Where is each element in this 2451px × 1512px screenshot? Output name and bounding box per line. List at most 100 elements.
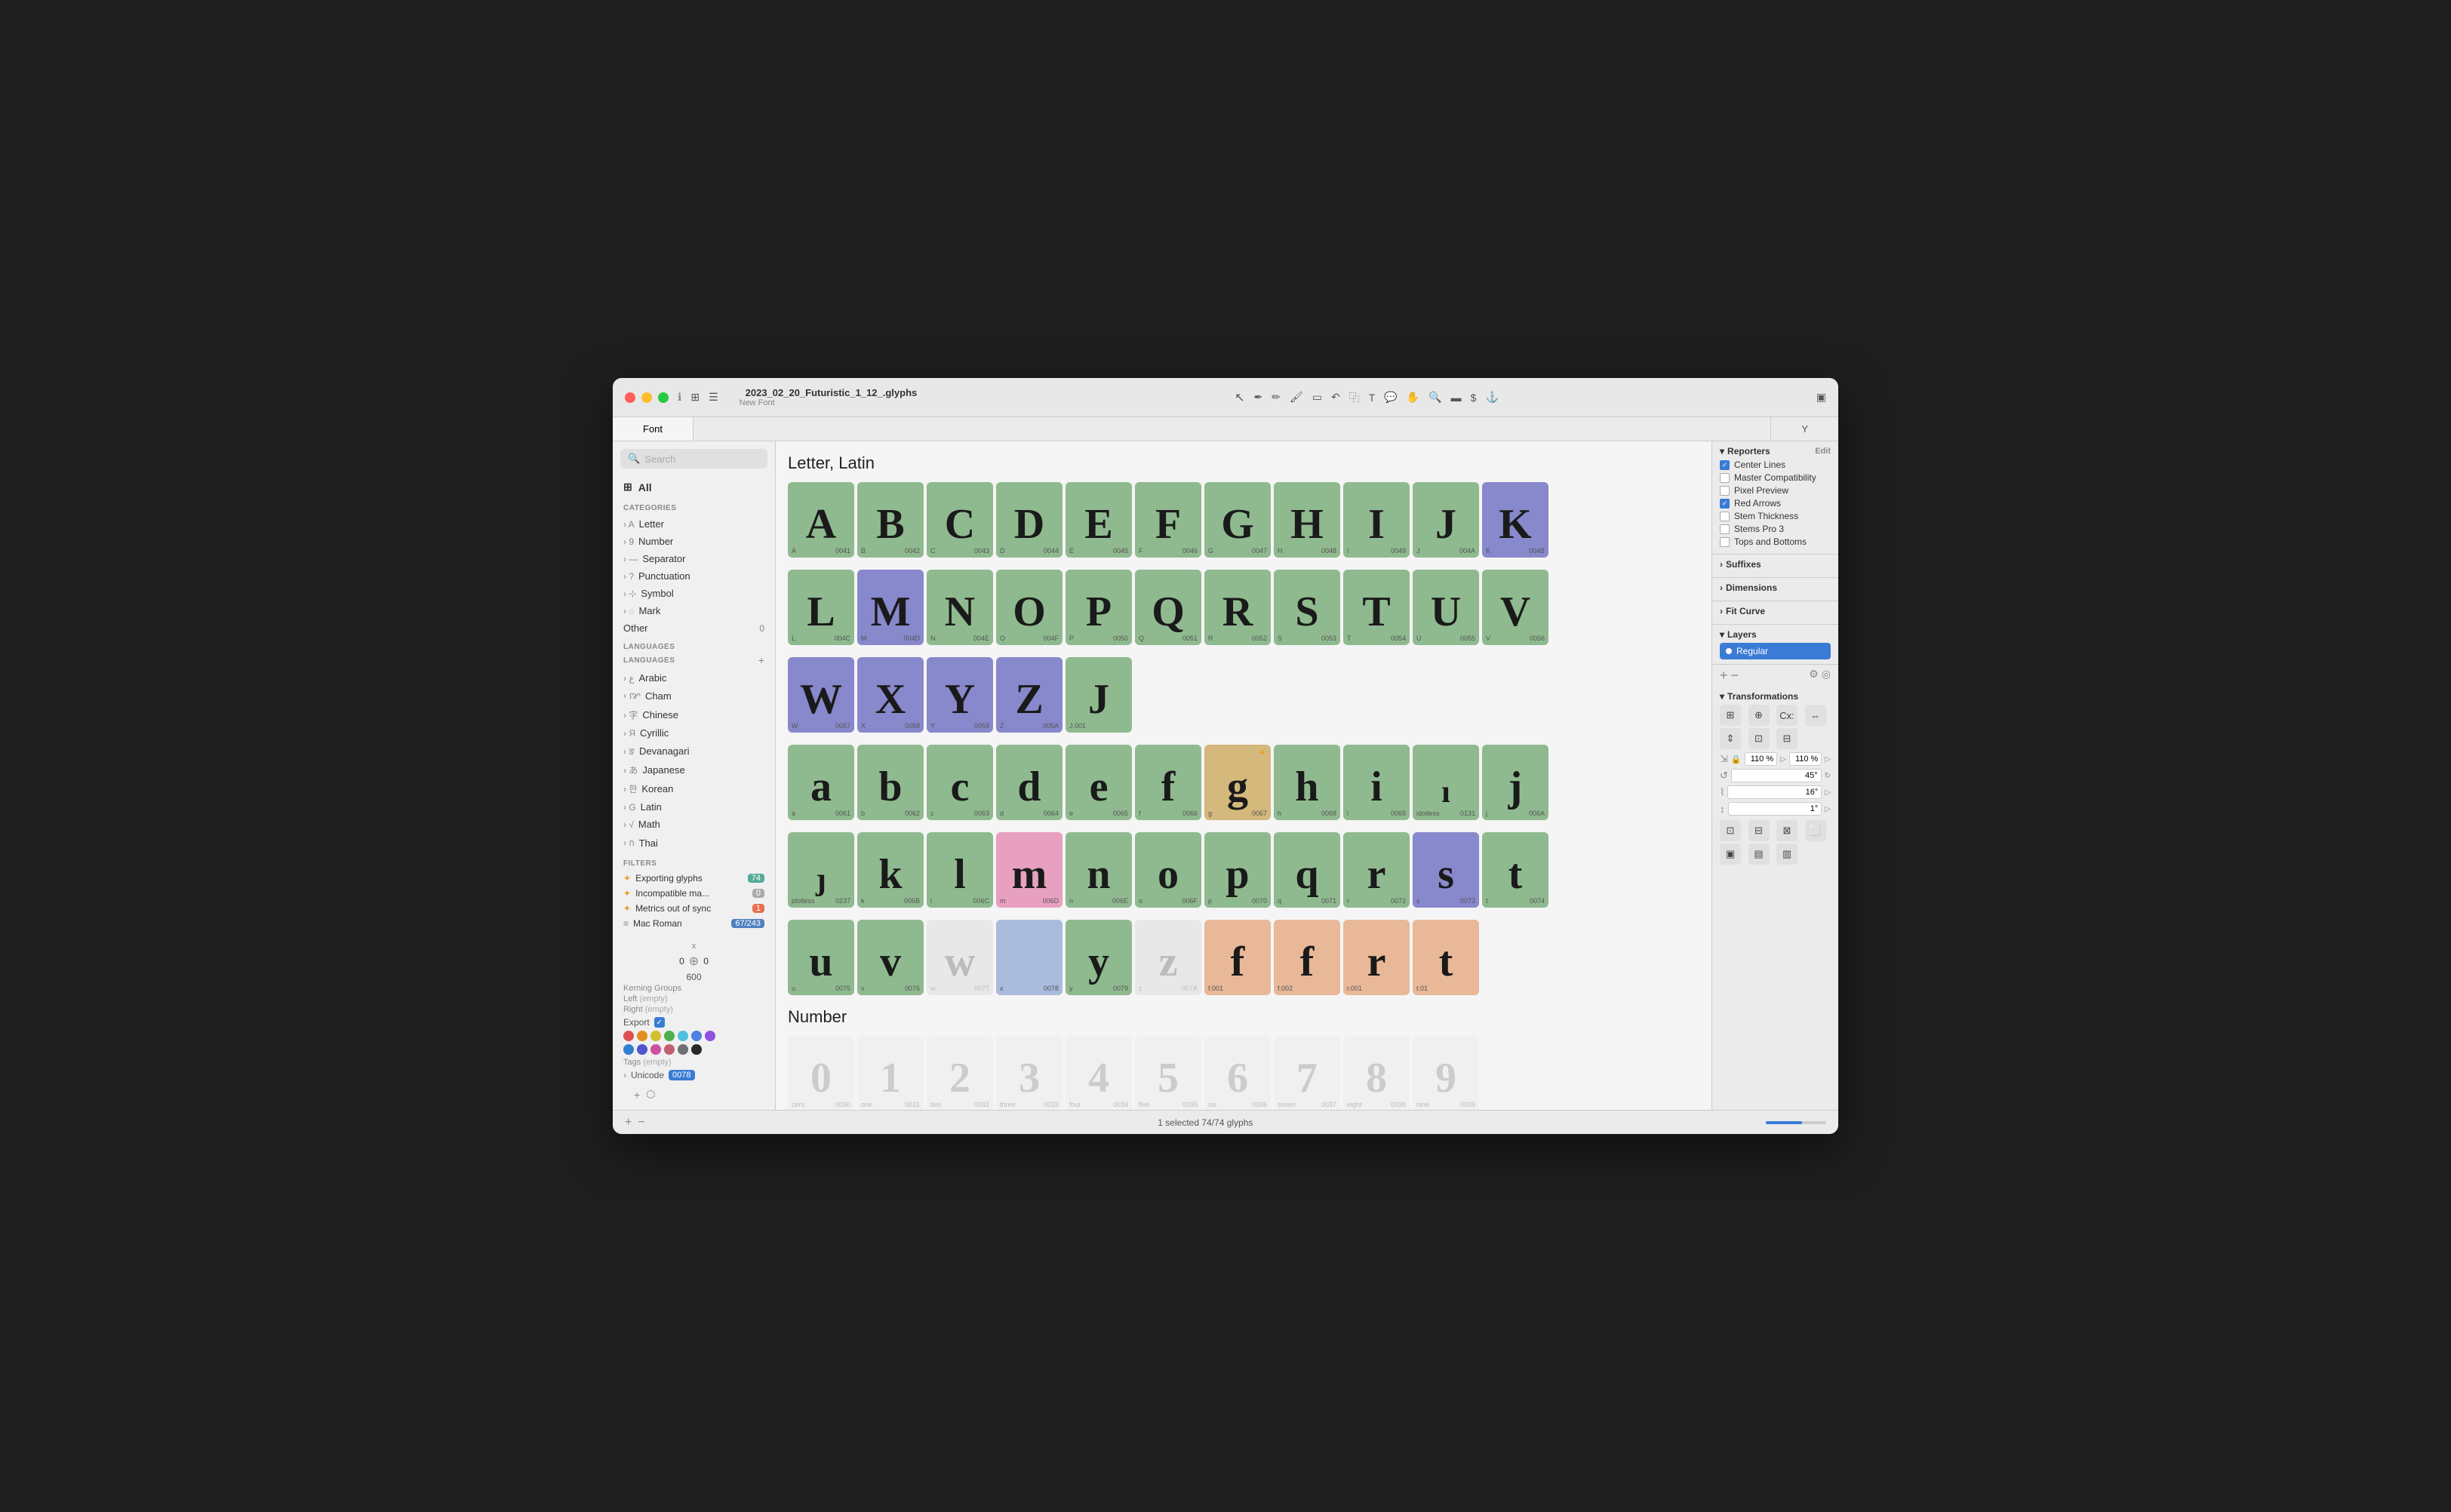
glyph-Q[interactable]: Q Q0051 xyxy=(1135,570,1201,645)
sidebar-item-number[interactable]: › 9 Number xyxy=(613,533,775,550)
glyph-R[interactable]: R R0052 xyxy=(1204,570,1271,645)
glyph-i[interactable]: i i0069 xyxy=(1343,745,1410,820)
glyph-U[interactable]: U U0055 xyxy=(1413,570,1479,645)
glyph-f002[interactable]: f f.002 xyxy=(1274,920,1340,995)
glyph-1[interactable]: 1 one0031 xyxy=(857,1036,924,1110)
glyph-7[interactable]: 7 seven0037 xyxy=(1274,1036,1340,1110)
copy-icon[interactable]: ⿻ xyxy=(1349,390,1360,405)
stems-pro-cb[interactable] xyxy=(1720,524,1730,534)
scale-x-input[interactable]: 110 % xyxy=(1745,752,1778,766)
glyph-jdotless[interactable]: ȷ jdotless0237 xyxy=(788,832,854,908)
unicode-expand-icon[interactable]: › xyxy=(623,1070,626,1080)
scale-apply-icon[interactable]: ▷ xyxy=(1780,755,1786,764)
align-center-icon[interactable]: ⊕ xyxy=(1748,705,1770,726)
search-box[interactable]: 🔍 Search xyxy=(620,449,767,469)
align-tr-icon[interactable]: ⊠ xyxy=(1776,820,1798,841)
distribute-icon[interactable]: ▥ xyxy=(1776,844,1798,865)
glyph-x-selected[interactable]: x x0078 xyxy=(996,920,1063,995)
align-tc-icon[interactable]: ⊟ xyxy=(1748,820,1770,841)
slant-apply-icon[interactable]: ▷ xyxy=(1825,788,1831,797)
glyph-z-faded[interactable]: z z007A xyxy=(1135,920,1201,995)
sidebar-item-other[interactable]: Other 0 xyxy=(613,619,775,637)
glyph-u[interactable]: u u0075 xyxy=(788,920,854,995)
glyph-8[interactable]: 8 eight0038 xyxy=(1343,1036,1410,1110)
sidebar-item-korean[interactable]: › 한 Korean xyxy=(613,779,775,798)
align-tl-icon[interactable]: ⊡ xyxy=(1720,820,1741,841)
glyph-t[interactable]: t t0074 xyxy=(1482,832,1548,908)
pencil-icon[interactable]: ✏ xyxy=(1272,391,1281,404)
add-glyph-status-btn[interactable]: + xyxy=(625,1116,632,1129)
glyph-j[interactable]: j j006A xyxy=(1482,745,1548,820)
crop-icon[interactable]: ▬ xyxy=(1451,392,1462,404)
glyph-t01[interactable]: t t.01 xyxy=(1413,920,1479,995)
rect-icon[interactable]: ▭ xyxy=(1312,391,1322,404)
glyph-V[interactable]: V V0056 xyxy=(1482,570,1548,645)
glyph-info-btn[interactable]: ⬡ xyxy=(646,1088,655,1101)
glyph-A[interactable]: A A0041 xyxy=(788,482,854,558)
pen-icon[interactable]: ✒ xyxy=(1254,391,1263,404)
maximize-button[interactable] xyxy=(658,392,669,403)
add-lang-button[interactable]: + xyxy=(758,654,764,666)
mirror-h-icon[interactable]: ⇔ xyxy=(1805,705,1826,726)
glyph-O[interactable]: O O004F xyxy=(996,570,1063,645)
color-dot-rose[interactable] xyxy=(664,1044,675,1055)
glyph-G[interactable]: G G0047 xyxy=(1204,482,1271,558)
glyph-J001[interactable]: J J.001 xyxy=(1066,657,1132,733)
color-dot-yellow[interactable] xyxy=(650,1031,661,1041)
glyph-N[interactable]: N N004E xyxy=(927,570,993,645)
glyph-H[interactable]: H H0048 xyxy=(1274,482,1340,558)
glyph-P[interactable]: P P0050 xyxy=(1066,570,1132,645)
glyph-q[interactable]: q q0071 xyxy=(1274,832,1340,908)
glyph-F[interactable]: F F0046 xyxy=(1135,482,1201,558)
edit-label[interactable]: Edit xyxy=(1815,447,1831,456)
zoom-icon[interactable]: 🔍 xyxy=(1428,391,1441,404)
glyph-T[interactable]: T T0054 xyxy=(1343,570,1410,645)
color-dot-green[interactable] xyxy=(664,1031,675,1041)
speech-icon[interactable]: 💬 xyxy=(1384,391,1397,404)
filter-exporting[interactable]: ✦ Exporting glyphs 74 xyxy=(613,871,775,886)
move-input[interactable]: 1° xyxy=(1728,802,1822,816)
glyph-f001[interactable]: f f.001 xyxy=(1204,920,1271,995)
brush-icon[interactable]: 🖌 xyxy=(1290,391,1303,404)
dollar-icon[interactable]: $ xyxy=(1471,392,1477,404)
sidebar-item-devanagari[interactable]: › ङ Devanagari xyxy=(613,742,775,761)
glyph-4[interactable]: 4 four0034 xyxy=(1066,1036,1132,1110)
sidebar-all-item[interactable]: ⊞ All xyxy=(613,476,775,498)
pointer-icon[interactable]: ↖ xyxy=(1235,390,1244,405)
glyph-e[interactable]: e e0065 xyxy=(1066,745,1132,820)
filter-macroman[interactable]: ≡ Mac Roman 67/243 xyxy=(613,916,775,931)
add-glyph-btn[interactable]: + xyxy=(634,1089,640,1101)
align-right-icon[interactable]: Cx: xyxy=(1776,705,1798,726)
align-br-icon[interactable]: ▤ xyxy=(1748,844,1770,865)
color-dot-indigo[interactable] xyxy=(637,1044,647,1055)
color-dot-blue[interactable] xyxy=(691,1031,702,1041)
move-apply-icon[interactable]: ▷ xyxy=(1825,805,1831,813)
glyph-0[interactable]: 0 zero0030 xyxy=(788,1036,854,1110)
glyph-C[interactable]: C C0043 xyxy=(927,482,993,558)
close-button[interactable] xyxy=(625,392,635,403)
scale-y-input[interactable]: 110 % xyxy=(1789,752,1822,766)
remove-glyph-status-btn[interactable]: − xyxy=(638,1116,644,1129)
info-icon[interactable]: ℹ xyxy=(678,391,681,404)
pixel-preview-cb[interactable] xyxy=(1720,486,1730,496)
hand-icon[interactable]: ✋ xyxy=(1407,391,1419,404)
red-arrows-cb[interactable]: ✓ xyxy=(1720,499,1730,509)
rotate-cw-icon[interactable]: ↻ xyxy=(1825,772,1831,780)
color-dot-red[interactable] xyxy=(623,1031,634,1041)
sidebar-item-latin[interactable]: › G Latin xyxy=(613,798,775,816)
export-checkbox[interactable]: ✓ xyxy=(654,1017,665,1028)
fit-curve-header[interactable]: › Fit Curve xyxy=(1720,606,1831,616)
sidebar-item-punctuation[interactable]: › ? Punctuation xyxy=(613,567,775,585)
glyph-f[interactable]: f f0066 xyxy=(1135,745,1201,820)
tops-bottoms-cb[interactable] xyxy=(1720,537,1730,547)
move-handle-icon[interactable]: ⊕ xyxy=(689,954,699,969)
glyph-d[interactable]: d d0064 xyxy=(996,745,1063,820)
anchor-icon[interactable]: ⚓ xyxy=(1485,391,1498,404)
glyph-B[interactable]: B B0042 xyxy=(857,482,924,558)
color-dot-blue2[interactable] xyxy=(623,1044,634,1055)
sidebar-toggle-icon[interactable]: ▣ xyxy=(1816,391,1826,404)
add-layer-btn[interactable]: + xyxy=(1720,668,1728,684)
glyph-k[interactable]: k k006B xyxy=(857,832,924,908)
scale-apply2-icon[interactable]: ▷ xyxy=(1825,755,1831,764)
glyph-5[interactable]: 5 five0035 xyxy=(1135,1036,1201,1110)
